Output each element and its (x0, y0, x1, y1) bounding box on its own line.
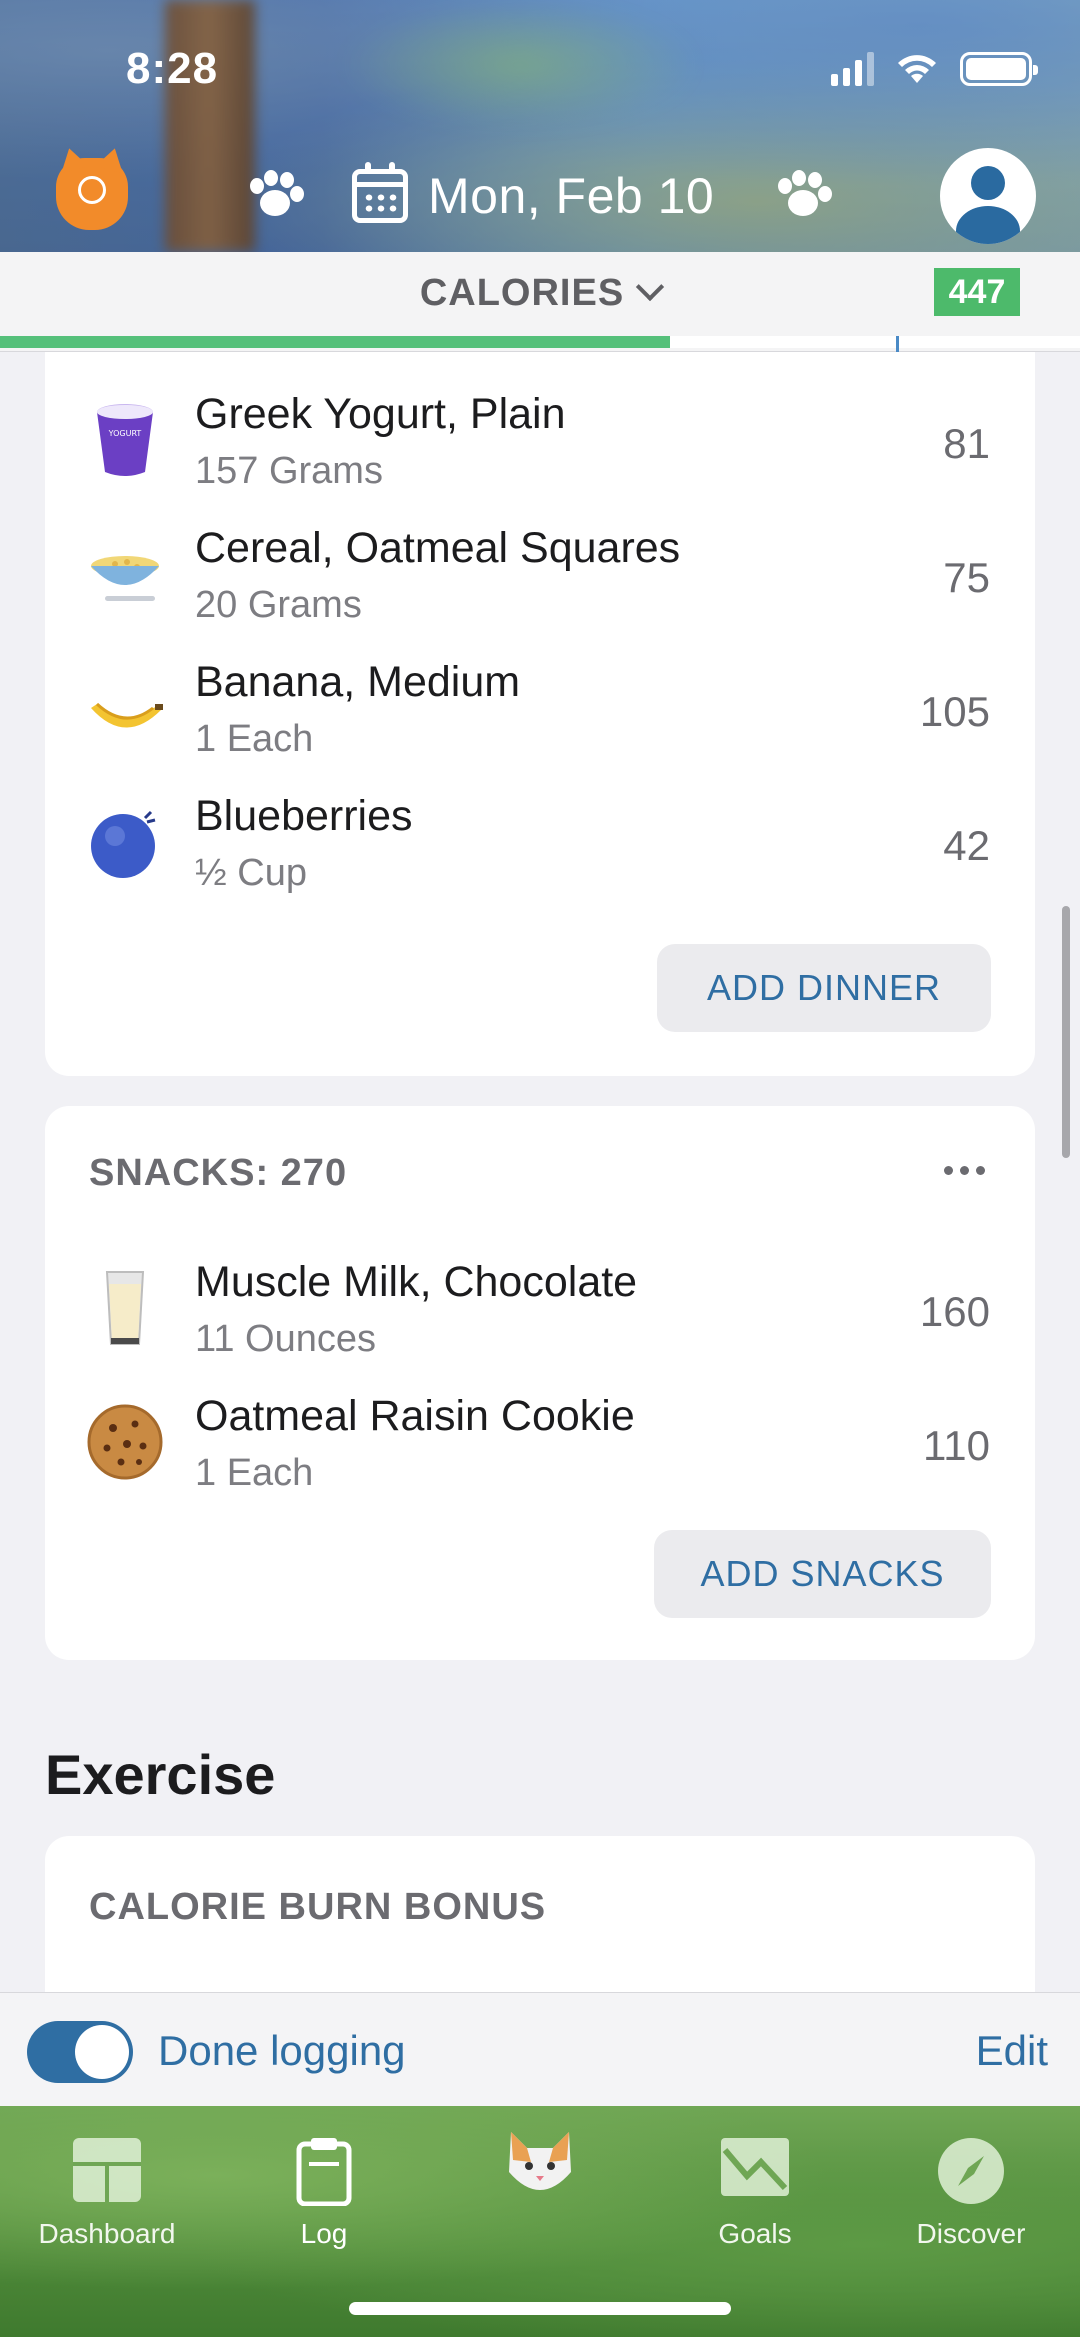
dinner-card: YOGURT Greek Yogurt, Plain 157 Grams 81 … (45, 352, 1035, 1076)
add-dinner-button[interactable]: ADD DINNER (657, 944, 991, 1032)
more-options-icon[interactable] (944, 1166, 985, 1175)
tab-label: Log (300, 2218, 348, 2249)
dashboard-icon (73, 2138, 141, 2202)
calories-title: CALORIES (419, 272, 625, 314)
app-header: 8:28 Mon, Feb 10 (0, 0, 1080, 252)
calories-dropdown[interactable]: CALORIES (0, 272, 1080, 315)
snacks-header: SNACKS: 270 (89, 1152, 348, 1194)
food-name: Muscle Milk, Chocolate (195, 1258, 638, 1306)
compass-icon (938, 2138, 1004, 2204)
scrollbar[interactable] (1062, 906, 1070, 1158)
current-date: Mon, Feb 10 (428, 168, 715, 224)
tab-label: Goals (718, 2218, 792, 2249)
add-snacks-button[interactable]: ADD SNACKS (654, 1530, 991, 1618)
cellular-signal-icon (831, 52, 874, 86)
food-row[interactable]: Muscle Milk, Chocolate 11 Ounces 160 (45, 1240, 1035, 1374)
home-indicator[interactable] (349, 2302, 731, 2315)
chevron-down-icon (636, 272, 665, 302)
tab-log[interactable]: Log (244, 2122, 404, 2272)
calories-goal-marker (896, 336, 899, 352)
battery-icon (960, 52, 1038, 86)
snacks-card: SNACKS: 270 Muscle Milk, Chocolate 11 Ou… (45, 1106, 1035, 1660)
food-amount: 11 Ounces (195, 1318, 376, 1360)
exercise-heading: Exercise (45, 1743, 276, 1806)
tab-mascot[interactable] (460, 2122, 620, 2272)
person-icon (971, 166, 1005, 200)
cereal-bowl-icon (91, 556, 159, 601)
food-calories: 110 (923, 1422, 990, 1469)
food-calories: 75 (943, 554, 990, 601)
done-logging-bar: Done logging Edit (0, 1992, 1080, 2106)
food-name: Cereal, Oatmeal Squares (195, 524, 681, 572)
food-row[interactable]: Oatmeal Raisin Cookie 1 Each 110 (45, 1374, 1035, 1508)
edit-button[interactable]: Edit (976, 2027, 1048, 2075)
status-time: 8:28 (126, 44, 219, 93)
food-amount: 1 Each (195, 1452, 314, 1494)
calories-progress-fill (0, 336, 670, 348)
done-logging-label: Done logging (158, 2027, 406, 2074)
calories-summary-bar[interactable]: CALORIES 447 (0, 252, 1080, 352)
food-calories: 160 (919, 1288, 990, 1335)
svg-text:YOGURT: YOGURT (108, 429, 142, 438)
food-calories: 81 (943, 420, 990, 467)
food-name: Greek Yogurt, Plain (195, 390, 566, 438)
next-day-paw-icon[interactable] (774, 170, 832, 222)
food-row[interactable]: YOGURT Greek Yogurt, Plain 157 Grams 81 (45, 372, 1035, 506)
banana-icon (91, 702, 163, 728)
tab-label: Dashboard (38, 2218, 176, 2249)
cookie-icon (87, 1404, 163, 1480)
food-amount: 157 Grams (195, 450, 383, 492)
calories-remaining-badge: 447 (934, 268, 1020, 316)
status-icons (831, 52, 1038, 86)
blueberry-icon (91, 810, 156, 878)
profile-avatar-button[interactable] (940, 148, 1036, 244)
wifi-icon (898, 55, 936, 83)
food-row[interactable]: Cereal, Oatmeal Squares 20 Grams 75 (45, 506, 1035, 640)
done-logging-toggle[interactable] (27, 2021, 133, 2083)
food-name: Blueberries (195, 792, 413, 840)
calendar-icon (352, 162, 408, 223)
tab-dashboard[interactable]: Dashboard (27, 2122, 187, 2272)
goals-chart-icon (721, 2138, 789, 2196)
background-foliage (340, 0, 700, 130)
food-name: Banana, Medium (195, 658, 521, 706)
food-calories: 105 (919, 688, 990, 735)
tab-label: Discover (916, 2218, 1026, 2249)
cat-mascot-icon (509, 2132, 571, 2190)
food-amount: ½ Cup (195, 852, 307, 894)
scale-icon (78, 176, 106, 204)
food-name: Oatmeal Raisin Cookie (195, 1392, 635, 1440)
header-nav: Mon, Feb 10 (0, 140, 1080, 250)
food-amount: 20 Grams (195, 584, 362, 626)
tab-goals[interactable]: Goals (675, 2122, 835, 2272)
food-amount: 1 Each (195, 718, 314, 760)
food-calories: 42 (943, 822, 990, 869)
cat-scale-button[interactable] (56, 158, 128, 230)
tab-discover[interactable]: Discover (891, 2122, 1051, 2272)
food-row[interactable]: Blueberries ½ Cup 42 (45, 774, 1035, 908)
food-row[interactable]: Banana, Medium 1 Each 105 (45, 640, 1035, 774)
date-selector[interactable]: Mon, Feb 10 (352, 158, 714, 234)
milk-glass-icon (105, 1271, 145, 1345)
previous-day-paw-icon[interactable] (246, 170, 304, 222)
calorie-burn-header: CALORIE BURN BONUS (89, 1886, 547, 1928)
yogurt-icon: YOGURT (97, 404, 153, 476)
clipboard-icon (296, 2138, 352, 2206)
